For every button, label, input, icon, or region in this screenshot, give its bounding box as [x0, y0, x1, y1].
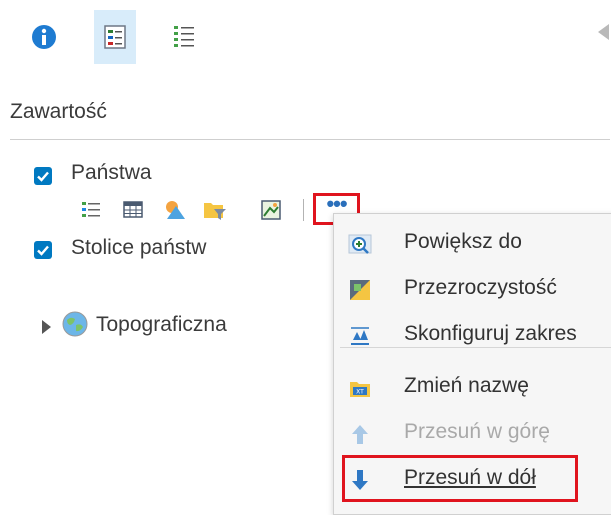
- info-icon: [32, 25, 56, 49]
- transparency-icon: [350, 280, 370, 300]
- filter-icon[interactable]: [203, 199, 226, 221]
- collapse-panel-icon[interactable]: [598, 24, 609, 40]
- legend-icon: [104, 25, 126, 49]
- table-icon[interactable]: [122, 199, 144, 221]
- menu-item-configure-range[interactable]: Skonfiguruj zakres: [334, 312, 611, 358]
- ellipsis-icon: •••: [326, 191, 347, 216]
- configure-popup-icon[interactable]: [260, 199, 282, 221]
- checkmark-icon: [37, 171, 49, 182]
- menu-item-label: Powiększ do: [404, 230, 522, 253]
- menu-item-label: Przesuń w górę: [404, 420, 550, 443]
- symbology-icon[interactable]: [163, 199, 185, 221]
- checkmark-icon: [37, 245, 49, 256]
- tab-legend[interactable]: [94, 10, 136, 64]
- legend-toggle-icon[interactable]: [80, 199, 102, 221]
- layer-list-icon: [174, 26, 194, 47]
- menu-item-label: Skonfiguruj zakres: [404, 322, 577, 345]
- rename-icon: XT: [350, 382, 370, 397]
- layer-label-stolice[interactable]: Stolice państw: [71, 236, 206, 260]
- arrow-up-icon: [352, 425, 368, 444]
- menu-item-label: Przezroczystość: [404, 276, 557, 299]
- menu-item-rename[interactable]: XT Zmień nazwę: [334, 364, 611, 410]
- expand-triangle-icon[interactable]: [42, 320, 51, 334]
- layer-label-topograficzna[interactable]: Topograficzna: [96, 313, 227, 337]
- tab-info[interactable]: [28, 10, 60, 64]
- menu-item-move-up[interactable]: Przesuń w górę: [334, 410, 611, 456]
- zoom-to-icon: [348, 234, 372, 254]
- layer-checkbox-panstwa[interactable]: [34, 167, 52, 185]
- tab-layer-list[interactable]: [168, 10, 200, 64]
- toolbar-separator: [303, 199, 304, 221]
- layer-label-panstwa[interactable]: Państwa: [71, 161, 152, 185]
- globe-icon: [62, 311, 88, 337]
- menu-item-zoom-to[interactable]: Powiększ do: [334, 220, 611, 266]
- highlight-box: [342, 455, 578, 502]
- layer-checkbox-stolice[interactable]: [34, 241, 52, 259]
- svg-text:XT: XT: [356, 389, 364, 396]
- menu-item-label: Zmień nazwę: [404, 374, 529, 397]
- configure-range-icon: [351, 327, 369, 345]
- panel-title: Zawartość: [10, 100, 107, 123]
- menu-separator: [340, 347, 611, 348]
- divider: [10, 139, 610, 140]
- menu-item-transparency[interactable]: Przezroczystość: [334, 266, 611, 312]
